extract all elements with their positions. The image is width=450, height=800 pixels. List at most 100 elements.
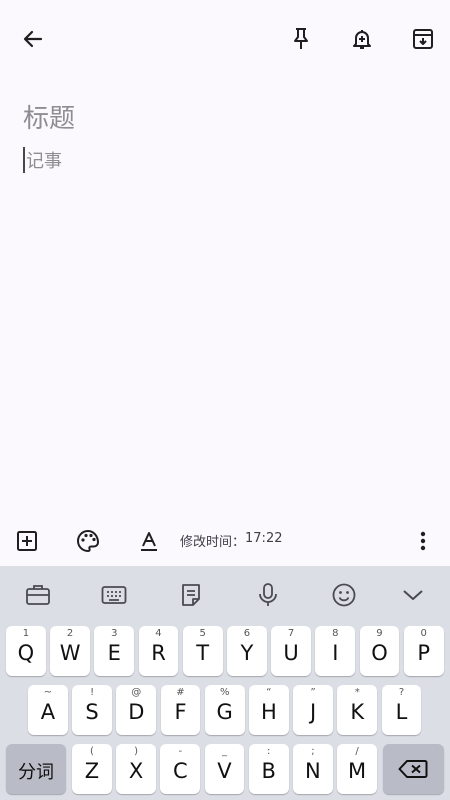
soft-keyboard: 1Q2W3E4R5T6Y7U8I9O0P ~ A! S @ D # F% G “H” J * K? L … bbox=[0, 566, 450, 800]
key-hint: 5 bbox=[199, 628, 206, 639]
key-m[interactable]: / M bbox=[337, 744, 377, 794]
add-content-button[interactable] bbox=[11, 525, 43, 557]
text-format-button[interactable] bbox=[133, 525, 165, 557]
voice-input-button[interactable] bbox=[253, 580, 283, 610]
key-a[interactable]: ~ A bbox=[28, 685, 68, 735]
key-o[interactable]: 9O bbox=[359, 626, 400, 676]
key-w[interactable]: 2W bbox=[50, 626, 90, 676]
key-label: M bbox=[348, 759, 367, 783]
key-label: Y bbox=[240, 641, 254, 665]
key-n[interactable]: ; N bbox=[293, 744, 333, 794]
key-z[interactable]: (Z bbox=[72, 744, 112, 794]
key-j[interactable]: ” J bbox=[293, 685, 333, 735]
title-placeholder: 标题 bbox=[23, 104, 76, 134]
key-hint: ; bbox=[311, 746, 315, 757]
key-label: C bbox=[172, 759, 188, 783]
backspace-icon bbox=[398, 760, 428, 778]
key-hint: 9 bbox=[376, 628, 383, 639]
hide-keyboard-button[interactable] bbox=[398, 580, 428, 610]
key-hint: 6 bbox=[243, 628, 251, 639]
key-label: T bbox=[196, 641, 210, 665]
title-input[interactable]: 标题 bbox=[23, 98, 75, 135]
key-e[interactable]: 3E bbox=[94, 626, 135, 676]
back-arrow-icon bbox=[23, 30, 43, 48]
keyboard-switch-button[interactable] bbox=[99, 580, 129, 610]
color-palette-button[interactable] bbox=[72, 525, 104, 557]
key-label: X bbox=[128, 759, 144, 783]
note-body-input[interactable]: 记事 bbox=[23, 147, 62, 173]
modified-label: 修改时间： bbox=[180, 535, 246, 550]
key-p[interactable]: 0P bbox=[403, 626, 444, 676]
body-placeholder: 记事 bbox=[26, 151, 62, 172]
key-q[interactable]: 1Q bbox=[6, 626, 46, 676]
key-s[interactable]: ! S bbox=[72, 685, 112, 735]
key-label: F bbox=[174, 700, 187, 724]
key-label: N bbox=[305, 759, 321, 783]
clipboard-icon bbox=[182, 584, 200, 606]
archive-button[interactable] bbox=[406, 22, 440, 56]
key-i[interactable]: 8I bbox=[315, 626, 356, 676]
archive-icon bbox=[413, 29, 433, 49]
key-hint: / bbox=[355, 746, 359, 757]
key-hint: % bbox=[219, 687, 230, 698]
key-hint: 7 bbox=[287, 628, 295, 639]
key-u[interactable]: 7U bbox=[271, 626, 311, 676]
text-format-icon bbox=[141, 532, 157, 551]
key-hint: ) bbox=[134, 746, 139, 757]
key-hint: 1 bbox=[22, 628, 30, 639]
key-hint: ? bbox=[398, 687, 405, 698]
key-label: H bbox=[261, 700, 277, 724]
key-label: U bbox=[283, 641, 299, 665]
key-hint: ! bbox=[90, 687, 95, 698]
microphone-icon bbox=[259, 583, 277, 606]
key-f[interactable]: # F bbox=[160, 685, 201, 735]
briefcase-icon bbox=[26, 585, 50, 605]
key-hint: 0 bbox=[420, 628, 427, 639]
key-label: V bbox=[217, 759, 232, 783]
key-hint: # bbox=[176, 687, 185, 698]
backspace-key[interactable] bbox=[383, 744, 444, 794]
key-hint: ~ bbox=[43, 687, 53, 698]
key-c[interactable]: -C bbox=[160, 744, 201, 794]
back-button[interactable] bbox=[16, 22, 50, 56]
key-b[interactable]: :B bbox=[248, 744, 289, 794]
key-h[interactable]: “H bbox=[249, 685, 289, 735]
text-cursor bbox=[23, 147, 25, 173]
key-r[interactable]: 4R bbox=[138, 626, 179, 676]
key-hint: - bbox=[178, 746, 183, 757]
pin-icon bbox=[294, 28, 308, 49]
reminder-button[interactable] bbox=[345, 22, 379, 56]
emoji-icon bbox=[332, 583, 356, 607]
pin-button[interactable] bbox=[284, 22, 318, 56]
key-label: O bbox=[371, 641, 388, 665]
more-options-button[interactable] bbox=[407, 525, 439, 557]
clipboard-button[interactable] bbox=[176, 580, 206, 610]
key-l[interactable]: ? L bbox=[381, 685, 422, 735]
segment-key[interactable]: 分词 bbox=[6, 744, 66, 794]
key-y[interactable]: 6Y bbox=[227, 626, 267, 676]
key-d[interactable]: @ D bbox=[116, 685, 157, 735]
key-label: W bbox=[59, 641, 81, 665]
key-label: D bbox=[128, 700, 145, 724]
key-t[interactable]: 5T bbox=[182, 626, 223, 676]
key-hint: “ bbox=[266, 687, 272, 698]
key-k[interactable]: * K bbox=[337, 685, 378, 735]
key-hint: * bbox=[354, 687, 360, 698]
key-hint: @ bbox=[131, 687, 142, 698]
key-v[interactable]: _ V bbox=[204, 744, 245, 794]
key-hint: 3 bbox=[111, 628, 118, 639]
note-bottom-bar: 修改时间： 17:22 bbox=[0, 518, 450, 564]
emoji-button[interactable] bbox=[329, 580, 359, 610]
keyboard-toolbar bbox=[0, 566, 450, 622]
chevron-down-icon bbox=[403, 590, 423, 600]
key-x[interactable]: ) X bbox=[116, 744, 156, 794]
reminder-bell-icon bbox=[353, 30, 371, 49]
segment-key-label: 分词 bbox=[18, 762, 54, 783]
key-label: A bbox=[40, 700, 56, 724]
keyboard-toolbox-button[interactable] bbox=[23, 580, 53, 610]
key-g[interactable]: % G bbox=[204, 685, 245, 735]
key-label: E bbox=[107, 641, 121, 665]
key-label: B bbox=[261, 759, 276, 783]
key-label: J bbox=[309, 700, 317, 724]
key-label: Q bbox=[17, 641, 35, 665]
